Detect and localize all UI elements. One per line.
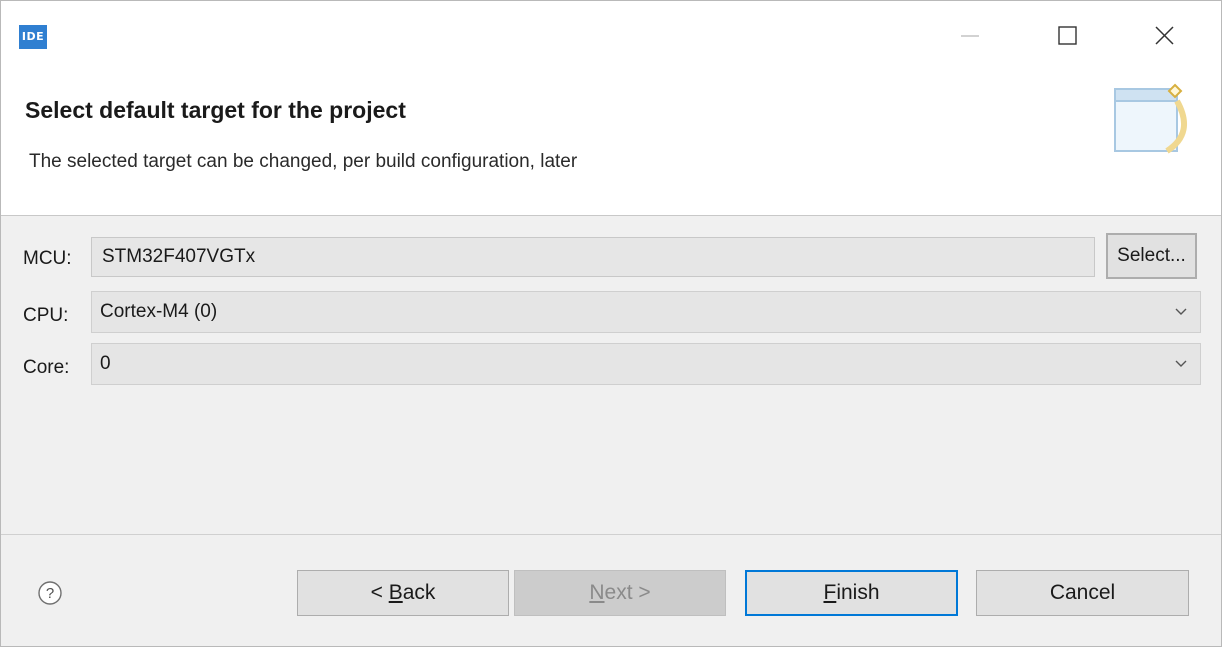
cpu-selected-value: Cortex-M4 (0) (100, 301, 218, 322)
back-mnemonic: B (388, 581, 403, 604)
page-title: Select default target for the project (25, 97, 406, 123)
core-label: Core: (23, 357, 70, 378)
close-icon (1155, 26, 1174, 45)
core-dropdown[interactable]: 0 (91, 343, 1201, 385)
minimize-icon (961, 35, 979, 37)
maximize-button[interactable] (1045, 15, 1091, 57)
title-bar: IDE (1, 1, 1221, 73)
mcu-label: MCU: (23, 248, 72, 269)
back-label-rest: ack (402, 581, 436, 604)
footer-separator (1, 534, 1221, 535)
maximize-icon (1058, 26, 1077, 45)
wizard-banner-icon (1114, 83, 1188, 154)
chevron-down-icon (1175, 360, 1187, 367)
next-mnemonic: N (589, 581, 605, 604)
back-button[interactable]: < Back (297, 570, 509, 616)
next-label-rest: ext > (604, 581, 651, 604)
finish-button[interactable]: Finish (745, 570, 958, 616)
svg-text:?: ? (46, 585, 54, 602)
cancel-button[interactable]: Cancel (976, 570, 1189, 616)
cpu-label: CPU: (23, 305, 69, 326)
mcu-field[interactable]: STM32F407VGTx (91, 237, 1095, 277)
core-selected-value: 0 (100, 353, 111, 374)
chevron-down-icon (1175, 308, 1187, 315)
finish-label-rest: inish (836, 581, 880, 604)
minimize-button[interactable] (947, 15, 993, 57)
back-prefix: < (370, 581, 389, 604)
help-icon[interactable]: ? (37, 580, 63, 606)
close-button[interactable] (1141, 15, 1187, 57)
app-icon: IDE (19, 25, 47, 49)
next-button[interactable]: Next > (514, 570, 726, 616)
page-description: The selected target can be changed, per … (29, 151, 578, 172)
select-mcu-button[interactable]: Select... (1106, 233, 1197, 279)
cpu-dropdown[interactable]: Cortex-M4 (0) (91, 291, 1201, 333)
finish-mnemonic: F (823, 581, 837, 604)
wizard-banner: Select default target for the project Th… (1, 73, 1221, 216)
target-selection-dialog: IDE Select default target for the projec… (0, 0, 1222, 647)
